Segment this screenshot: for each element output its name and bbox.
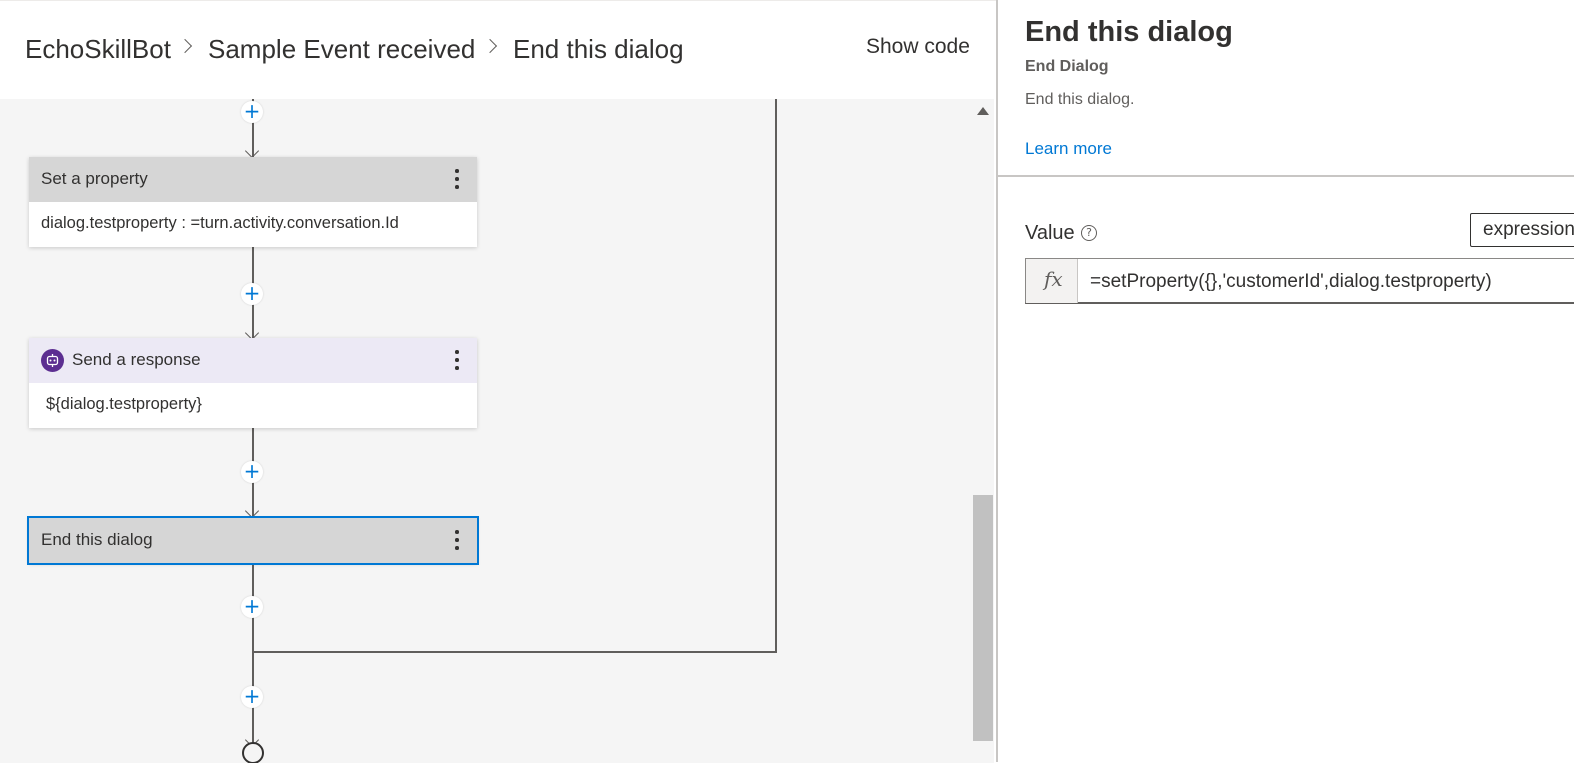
expression-input[interactable]: fx =setProperty({},'customerId',dialog.t… [1025, 258, 1574, 304]
node-body-text: dialog.testproperty : =turn.activity.con… [41, 214, 399, 232]
node-send-response[interactable]: Send a response ${dialog.testproperty} [29, 338, 477, 428]
add-action-button[interactable]: + [241, 283, 263, 305]
node-body[interactable]: ${dialog.testproperty} [29, 383, 477, 428]
designer-header: EchoSkillBot Sample Event received End t… [0, 1, 996, 99]
learn-more-link[interactable]: Learn more [1025, 139, 1112, 159]
connector-line [252, 564, 254, 752]
more-options-icon[interactable] [449, 167, 465, 191]
property-panel: End this dialog End Dialog End this dial… [996, 0, 1574, 762]
scrollbar-thumb[interactable] [973, 495, 993, 741]
designer-pane: EchoSkillBot Sample Event received End t… [0, 0, 996, 763]
expression-value[interactable]: =setProperty({},'customerId',dialog.test… [1090, 271, 1492, 293]
more-options-icon[interactable] [449, 348, 465, 372]
value-field-label: Value [1025, 222, 1075, 244]
node-set-property[interactable]: Set a property dialog.testproperty : =tu… [29, 157, 477, 247]
breadcrumb-chevron-icon [482, 38, 498, 54]
fx-icon: fx [1026, 259, 1078, 303]
add-action-button[interactable]: + [241, 686, 263, 708]
breadcrumb-item-trigger[interactable]: Sample Event received [208, 34, 475, 65]
scroll-up-icon[interactable] [977, 107, 989, 115]
breadcrumb-chevron-icon [177, 38, 193, 54]
flow-canvas[interactable]: + + + + + Set a property dialog.testprop… [0, 99, 972, 763]
value-type-selected: expression [1483, 219, 1574, 240]
add-action-button[interactable]: + [241, 101, 263, 123]
more-options-icon[interactable] [449, 528, 465, 552]
breadcrumb-item-action[interactable]: End this dialog [513, 34, 684, 65]
add-action-button[interactable]: + [241, 596, 263, 618]
node-end-dialog[interactable]: End this dialog [27, 516, 479, 565]
show-code-button[interactable]: Show code [866, 35, 970, 59]
value-type-dropdown[interactable]: expression [1470, 213, 1574, 247]
help-icon[interactable]: ? [1081, 225, 1097, 241]
bot-icon [41, 349, 64, 372]
arrow-down-icon [244, 503, 260, 519]
flow-end-icon [242, 742, 264, 763]
canvas-scrollbar[interactable] [972, 99, 994, 763]
node-title: Set a property [41, 169, 148, 188]
node-header[interactable]: End this dialog [29, 518, 477, 563]
node-title: End this dialog [41, 530, 153, 549]
breadcrumb-item-bot[interactable]: EchoSkillBot [25, 34, 171, 65]
arrow-down-icon [244, 143, 260, 159]
panel-title: End this dialog [1025, 16, 1233, 48]
node-body[interactable]: dialog.testproperty : =turn.activity.con… [29, 202, 477, 247]
panel-subtitle: End Dialog [1025, 58, 1109, 75]
node-body-text: ${dialog.testproperty} [46, 395, 202, 413]
add-action-button[interactable]: + [241, 461, 263, 483]
node-header[interactable]: Send a response [29, 338, 477, 383]
fx-label: fx [1044, 267, 1063, 291]
node-title: Send a response [72, 350, 201, 369]
panel-description: End this dialog. [1025, 91, 1135, 108]
panel-divider [998, 175, 1574, 177]
node-header[interactable]: Set a property [29, 157, 477, 202]
branch-line [775, 99, 777, 653]
branch-merge-line [252, 651, 777, 653]
